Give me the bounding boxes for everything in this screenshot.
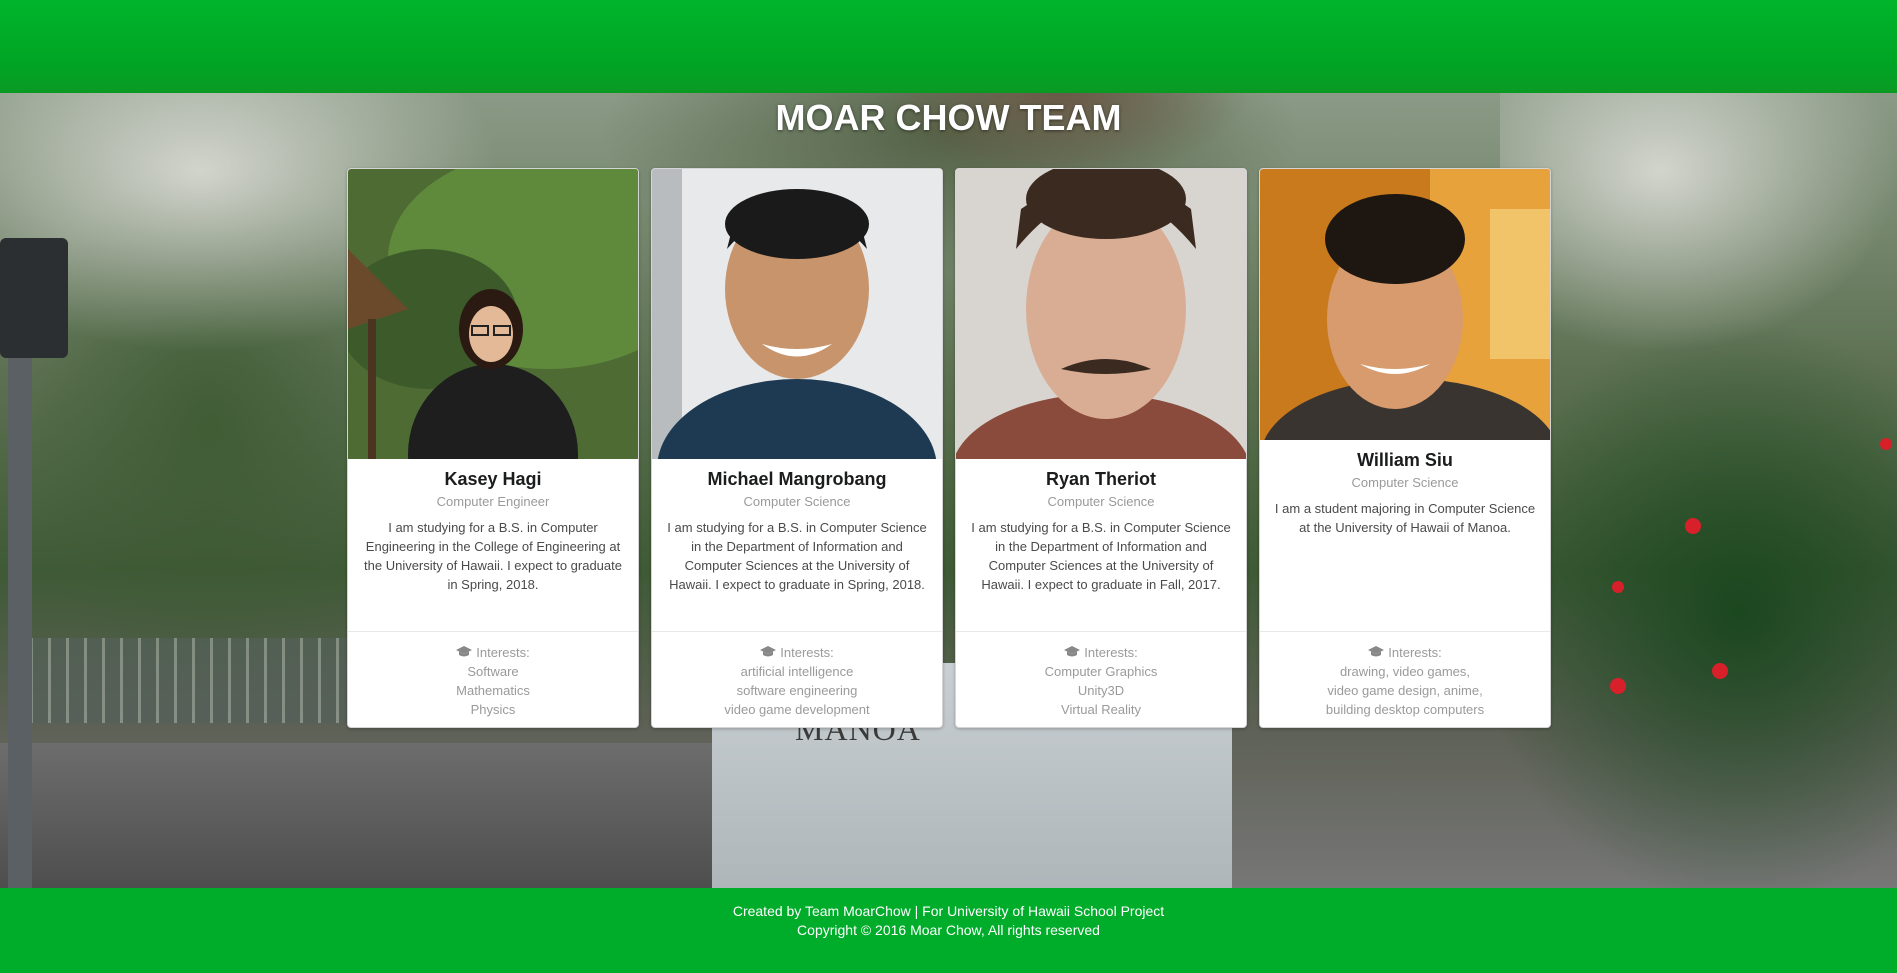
team-member-card: Michael Mangrobang Computer Science I am… — [651, 168, 943, 728]
background-road — [0, 743, 760, 888]
interests-label: Interests: — [1084, 645, 1138, 660]
member-description: I am studying for a B.S. in Computer Eng… — [364, 520, 622, 592]
member-photo — [956, 169, 1246, 459]
background-flower — [1685, 518, 1701, 534]
member-name: Ryan Theriot — [1045, 469, 1156, 489]
member-description: I am studying for a B.S. in Computer Sci… — [971, 520, 1231, 592]
interest-item: building desktop computers — [1325, 702, 1485, 717]
interest-item: Virtual Reality — [1061, 702, 1141, 717]
interest-item: Computer Graphics — [1044, 664, 1158, 679]
member-name: William Siu — [1357, 450, 1453, 470]
team-member-card: Kasey Hagi Computer Engineer I am studyi… — [347, 168, 639, 728]
page-footer: Created by Team MoarChow | For Universit… — [0, 888, 1897, 973]
member-name: Michael Mangrobang — [707, 469, 887, 489]
member-role: Computer Engineer — [436, 494, 550, 509]
member-photo — [652, 169, 942, 459]
top-header-bar — [0, 0, 1897, 94]
interests-label: Interests: — [1388, 645, 1442, 660]
graduation-cap-icon — [1064, 646, 1081, 657]
interest-item: video game design, anime, — [1327, 683, 1483, 698]
background-signal-pole — [8, 323, 32, 888]
interest-item: drawing, video games, — [1339, 664, 1471, 679]
background-flower — [1612, 581, 1624, 593]
team-member-card: William Siu Computer Science I am a stud… — [1259, 168, 1551, 728]
member-role: Computer Science — [743, 494, 851, 509]
interest-item: Physics — [470, 702, 516, 717]
graduation-cap-icon — [456, 646, 473, 657]
member-photo — [1260, 169, 1550, 440]
background-fence — [30, 638, 380, 723]
member-interests: Interests: Computer Graphics Unity3D Vir… — [956, 631, 1246, 727]
member-description: I am studying for a B.S. in Computer Sci… — [667, 520, 927, 592]
member-role: Computer Science — [1047, 494, 1155, 509]
member-photo — [348, 169, 638, 459]
interest-item: Mathematics — [456, 683, 530, 698]
background-flower — [1880, 438, 1892, 450]
footer-copyright: Copyright © 2016 Moar Chow, All rights r… — [797, 922, 1100, 938]
background-flower — [1610, 678, 1626, 694]
interest-item: artificial intelligence — [740, 664, 854, 679]
background-flower — [1712, 663, 1728, 679]
page-title: MOAR CHOW TEAM — [775, 97, 1122, 138]
member-interests: Interests: drawing, video games, video g… — [1260, 631, 1550, 727]
interests-label: Interests: — [780, 645, 834, 660]
member-interests: Interests: Software Mathematics Physics — [348, 631, 638, 727]
graduation-cap-icon — [1368, 646, 1385, 657]
team-member-card: Ryan Theriot Computer Science I am study… — [955, 168, 1247, 728]
interest-item: Unity3D — [1077, 683, 1125, 698]
background-campus-photo: MANOA — [0, 93, 1897, 888]
interest-item: software engineering — [736, 683, 858, 698]
member-role: Computer Science — [1351, 475, 1459, 490]
background-traffic-signal — [0, 238, 68, 358]
member-name: Kasey Hagi — [444, 469, 542, 489]
footer-credit: Created by Team MoarChow | For Universit… — [732, 903, 1165, 919]
member-interests: Interests: artificial intelligence softw… — [652, 631, 942, 727]
member-description: I am a student majoring in Computer Scie… — [1274, 501, 1536, 535]
interest-item: Software — [467, 664, 519, 679]
graduation-cap-icon — [760, 646, 777, 657]
interests-label: Interests: — [476, 645, 530, 660]
interest-item: video game development — [724, 702, 870, 717]
